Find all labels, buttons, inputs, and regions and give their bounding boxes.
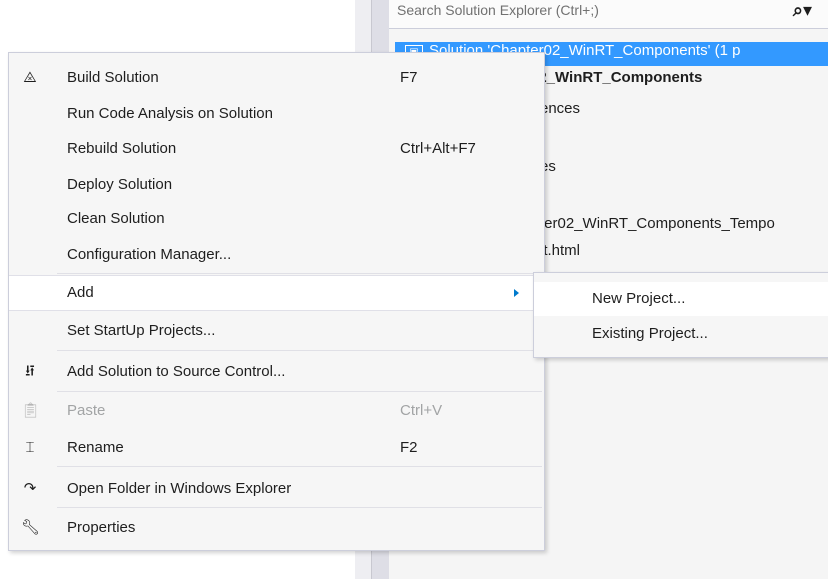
menu-item-label: Rebuild Solution	[67, 140, 177, 157]
submenu-item-label: Existing Project...	[592, 325, 708, 342]
menu-item-configuration-manager[interactable]: Configuration Manager...	[9, 240, 544, 270]
source-control-icon: ⭿	[25, 363, 35, 380]
shortcut-label: Ctrl+V	[400, 402, 443, 419]
project-node[interactable]: 02_WinRT_Components	[530, 69, 702, 93]
add-submenu: New Project... Existing Project...	[533, 272, 828, 358]
tree-node-label: lt.html	[540, 242, 581, 259]
open-folder-icon: ↷	[23, 480, 37, 497]
menu-item-label: Set StartUp Projects...	[67, 322, 216, 339]
menu-item-run-code-analysis[interactable]: Run Code Analysis on Solution	[9, 99, 544, 129]
shortcut-label: F2	[400, 439, 418, 456]
context-menu: ⨻ Build Solution F7 Run Code Analysis on…	[8, 52, 545, 551]
menu-item-set-startup-projects[interactable]: Set StartUp Projects...	[9, 316, 544, 346]
submenu-item-existing-project[interactable]: Existing Project...	[534, 317, 828, 351]
tree-node-references[interactable]: ences	[540, 100, 580, 124]
menu-item-add[interactable]: Add	[9, 275, 544, 311]
tree-node[interactable]: ter02_WinRT_Components_Tempo	[540, 215, 775, 239]
menu-item-label: Add	[67, 284, 94, 301]
paste-icon: 📋︎	[21, 402, 41, 419]
menu-item-deploy-solution[interactable]: Deploy Solution	[9, 170, 544, 200]
menu-item-label: Open Folder in Windows Explorer	[67, 480, 292, 497]
shortcut-label: Ctrl+Alt+F7	[400, 140, 476, 157]
menu-item-label: Paste	[67, 402, 106, 419]
shortcut-label: F7	[400, 69, 418, 86]
build-icon: ⨻	[23, 69, 37, 86]
menu-separator	[57, 507, 542, 508]
tree-node[interactable]: lt.html	[540, 242, 580, 266]
submenu-item-new-project[interactable]: New Project...	[534, 282, 828, 316]
menu-item-clean-solution[interactable]: Clean Solution	[9, 204, 544, 234]
menu-item-properties[interactable]: 🔧︎ Properties	[9, 513, 544, 543]
tree-node-label: ter02_WinRT_Components_Tempo	[540, 215, 775, 232]
wrench-icon: 🔧︎	[21, 519, 41, 536]
menu-item-add-to-source-control[interactable]: ⭿ Add Solution to Source Control...	[9, 357, 544, 387]
menu-item-label: Rename	[67, 439, 124, 456]
menu-item-build-solution[interactable]: ⨻ Build Solution F7	[9, 63, 544, 93]
menu-item-label: Add Solution to Source Control...	[67, 363, 286, 380]
menu-item-label: Run Code Analysis on Solution	[67, 105, 273, 122]
menu-item-rename[interactable]: ⌶ Rename F2	[9, 433, 544, 463]
search-input[interactable]: Search Solution Explorer (Ctrl+;)	[397, 2, 599, 18]
menu-item-label: Deploy Solution	[67, 176, 173, 193]
project-label: 02_WinRT_Components	[530, 69, 703, 86]
rename-icon: ⌶	[25, 439, 35, 456]
menu-separator	[57, 350, 542, 351]
menu-item-label: Properties	[67, 519, 136, 536]
menu-item-label: Configuration Manager...	[67, 246, 232, 263]
search-icon[interactable]: ⌕▾	[793, 0, 812, 21]
submenu-arrow-icon	[514, 289, 519, 297]
menu-item-rebuild-solution[interactable]: Rebuild Solution Ctrl+Alt+F7	[9, 134, 544, 164]
menu-separator	[57, 466, 542, 467]
submenu-item-label: New Project...	[592, 290, 686, 307]
menu-separator	[57, 273, 542, 274]
menu-item-paste[interactable]: 📋︎ Paste Ctrl+V	[9, 396, 544, 426]
menu-item-open-folder[interactable]: ↷ Open Folder in Windows Explorer	[9, 474, 544, 504]
menu-item-label: Build Solution	[67, 69, 159, 86]
menu-separator	[57, 391, 542, 392]
menu-item-label: Clean Solution	[67, 210, 165, 227]
tree-node-label: ences	[540, 100, 581, 117]
solution-explorer-search[interactable]: Search Solution Explorer (Ctrl+;) ⌕▾	[389, 0, 828, 29]
